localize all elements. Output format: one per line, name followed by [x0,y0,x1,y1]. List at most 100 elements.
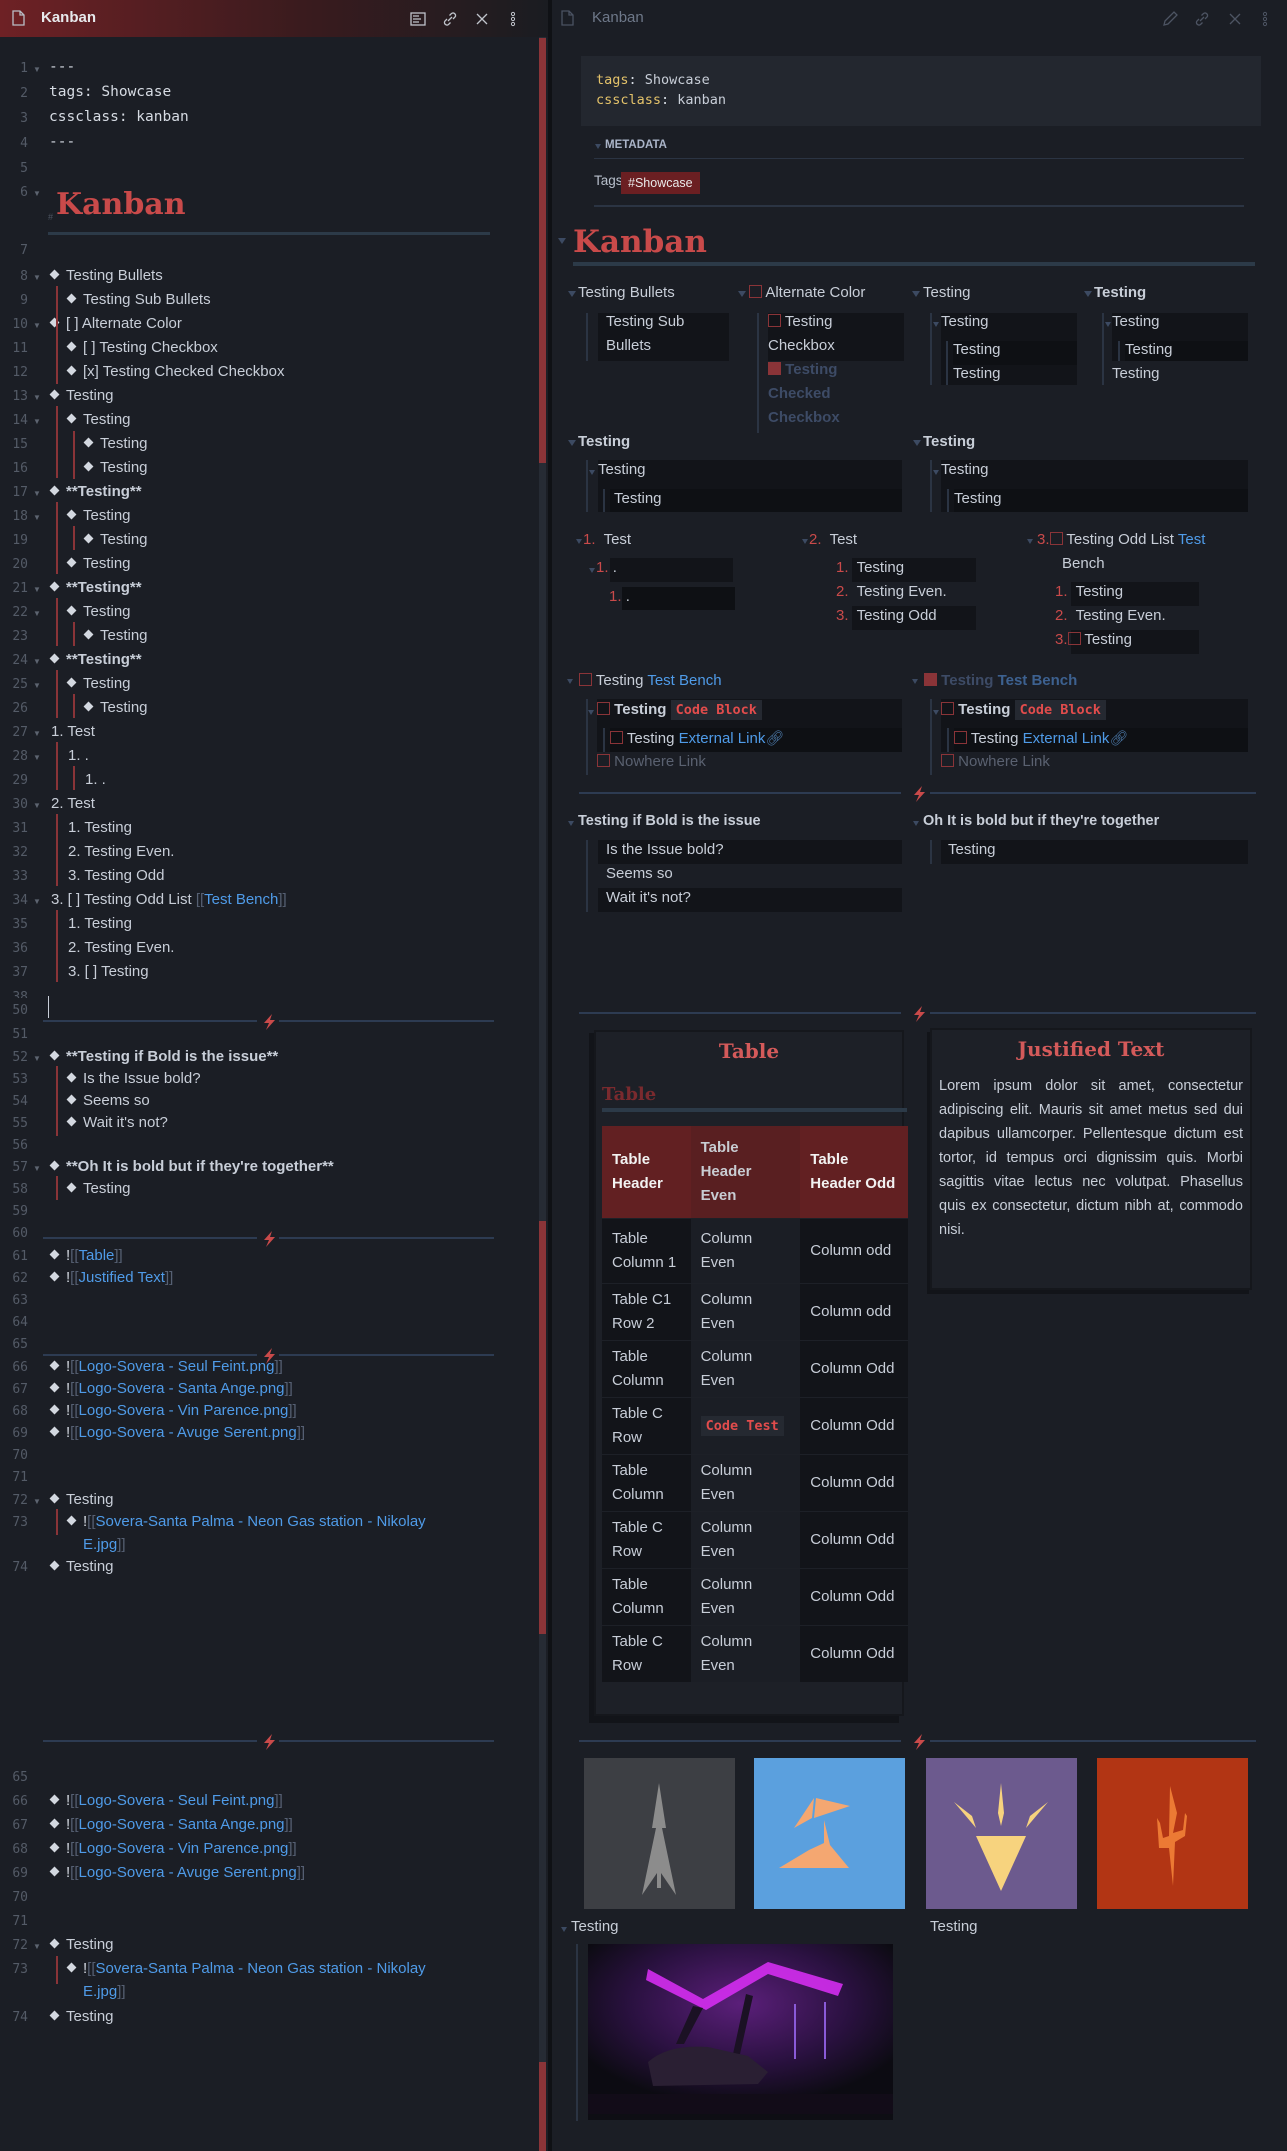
column-title[interactable]: 2. Test [809,531,857,548]
table-cell[interactable]: Table Column [602,1568,691,1626]
table-cell[interactable]: Code Test [690,1397,801,1455]
editor-line[interactable]: 1. . [85,771,106,788]
collapse-icon[interactable] [1084,291,1092,297]
collapse-icon[interactable] [913,821,919,826]
fold-icon[interactable]: ▼ [33,1054,41,1063]
editor-line[interactable]: Testing [66,555,131,572]
fold-icon[interactable]: ▼ [33,489,41,498]
table-cell[interactable]: Table C1 Row 2 [602,1283,691,1341]
checkbox[interactable] [954,731,967,744]
internal-link[interactable]: Logo-Sovera - Avuge Serent.png [79,1424,297,1441]
tag-pill[interactable]: #Showcase [621,172,700,194]
table-header-cell[interactable]: Table Header [602,1126,691,1219]
checkbox[interactable] [941,702,954,715]
logo-image-santa-ange[interactable] [754,1758,905,1909]
editor-line[interactable]: ![[Logo-Sovera - Avuge Serent.png]] [49,1864,305,1881]
collapse-icon[interactable] [589,568,595,573]
column-title[interactable]: Oh It is bold but if they're together [923,813,1159,829]
fold-icon[interactable]: ▼ [33,801,41,810]
editor-line[interactable]: Testing Sub Bullets [66,291,211,308]
checkbox[interactable] [579,673,592,686]
fold-icon[interactable]: ▼ [33,417,41,426]
checkbox[interactable] [768,314,781,327]
table-cell[interactable]: Column odd [800,1218,908,1284]
internal-link[interactable]: Sovera-Santa Palma - Neon Gas station - … [96,1960,426,1977]
collapse-icon[interactable] [568,440,576,446]
fold-icon[interactable]: ▼ [33,393,41,402]
collapse-icon[interactable] [1105,322,1111,327]
editor-line[interactable]: ![[Table]] [49,1247,123,1264]
column-title[interactable]: Testing [571,1918,619,1935]
checkbox[interactable] [610,731,623,744]
column-title[interactable]: 1. Test [583,531,631,548]
checkbox[interactable] [1049,532,1063,545]
internal-link[interactable]: Bench [1062,555,1105,572]
collapse-icon[interactable] [561,1927,567,1932]
editor-line[interactable]: Testing [66,507,131,524]
editor-line[interactable]: 1. Test [51,723,95,740]
editor-line[interactable]: **Testing** [49,651,142,668]
collapse-icon[interactable] [1027,539,1033,544]
editor-line[interactable]: Testing [66,411,131,428]
editor-line[interactable]: ![[Logo-Sovera - Seul Feint.png]] [49,1792,283,1809]
editor-line[interactable]: ![[Justified Text]] [49,1269,173,1286]
internal-link[interactable]: E.jpg [83,1983,117,2000]
table-cell[interactable]: Table C Row [602,1397,691,1455]
external-link[interactable]: External Link [679,730,766,747]
internal-link[interactable]: Test Bench [204,891,278,908]
editor-line-wrap[interactable]: E.jpg]] [83,1536,126,1553]
internal-link[interactable]: E.jpg [83,1536,117,1553]
table-cell[interactable]: Column Even [690,1511,801,1569]
column-title[interactable]: Testing Bullets [578,284,675,301]
logo-image-seul-feint[interactable] [584,1758,735,1909]
collapse-icon[interactable] [589,470,595,475]
table-cell[interactable]: Column Odd [800,1511,908,1569]
fold-icon[interactable]: ▼ [33,65,41,74]
editor-line[interactable]: Testing [83,435,148,452]
table-cell[interactable]: Table Column [602,1454,691,1512]
editor-line[interactable]: Testing [83,531,148,548]
editor-line[interactable]: ![[Logo-Sovera - Santa Ange.png]] [49,1380,293,1397]
checkbox[interactable] [749,285,762,298]
column-title[interactable]: Testing if Bold is the issue [578,813,761,829]
internal-link[interactable]: Logo-Sovera - Seul Feint.png [79,1358,275,1375]
collapse-icon[interactable] [568,821,574,826]
editor-line[interactable]: [ ] Alternate Color [49,315,182,332]
table-cell[interactable]: Table C Row [602,1625,691,1682]
collapse-icon[interactable] [567,679,573,684]
editor-line[interactable]: Testing [83,459,148,476]
editor-line[interactable]: [x] Testing Checked Checkbox [66,363,285,380]
editor-line[interactable]: 1. Testing [68,819,132,836]
table-cell[interactable]: Column Even [690,1568,801,1626]
editor-line[interactable]: 1. . [68,747,89,764]
editor-line[interactable]: 2. Testing Even. [68,843,174,860]
metadata-collapse-icon[interactable] [595,144,601,149]
fold-icon[interactable]: ▼ [33,897,41,906]
table-cell[interactable]: Column Even [690,1218,801,1284]
collapse-icon[interactable] [568,291,576,297]
internal-link[interactable]: Logo-Sovera - Seul Feint.png [79,1792,275,1809]
external-link[interactable]: External Link [1023,730,1110,747]
column-title[interactable]: Alternate Color [749,284,865,301]
table-cell[interactable]: Column Odd [800,1625,908,1682]
fold-icon[interactable]: ▼ [33,1497,41,1506]
editor-line[interactable]: 2. Testing Even. [68,939,174,956]
internal-link[interactable]: Test Bench [647,672,721,689]
editor-line[interactable]: Testing [66,675,131,692]
checkbox[interactable] [941,754,954,767]
fold-icon[interactable]: ▼ [33,513,41,522]
editor-line[interactable]: Testing [49,1936,114,1953]
checkbox[interactable] [597,702,610,715]
column-title[interactable]: Testing [930,1918,978,1935]
heading-kanban[interactable]: Kanban [56,187,186,222]
editor-line[interactable]: Seems so [66,1092,150,1109]
editor-scrollbar-thumb-3[interactable] [539,2062,546,2151]
column-title[interactable]: Testing [578,433,630,450]
checkbox-checked[interactable] [924,673,937,686]
editor-line[interactable]: 3. [ ] Testing Odd List [[Test Bench]] [51,891,287,908]
fold-icon[interactable]: ▼ [33,1164,41,1173]
column-title[interactable]: 3. Testing Odd List Test [1037,531,1205,548]
editor-line[interactable]: **Oh It is bold but if they're together*… [49,1158,334,1175]
editor-line[interactable]: ![[Sovera-Santa Palma - Neon Gas station… [66,1513,426,1530]
table-cell[interactable]: Column Odd [800,1568,908,1626]
